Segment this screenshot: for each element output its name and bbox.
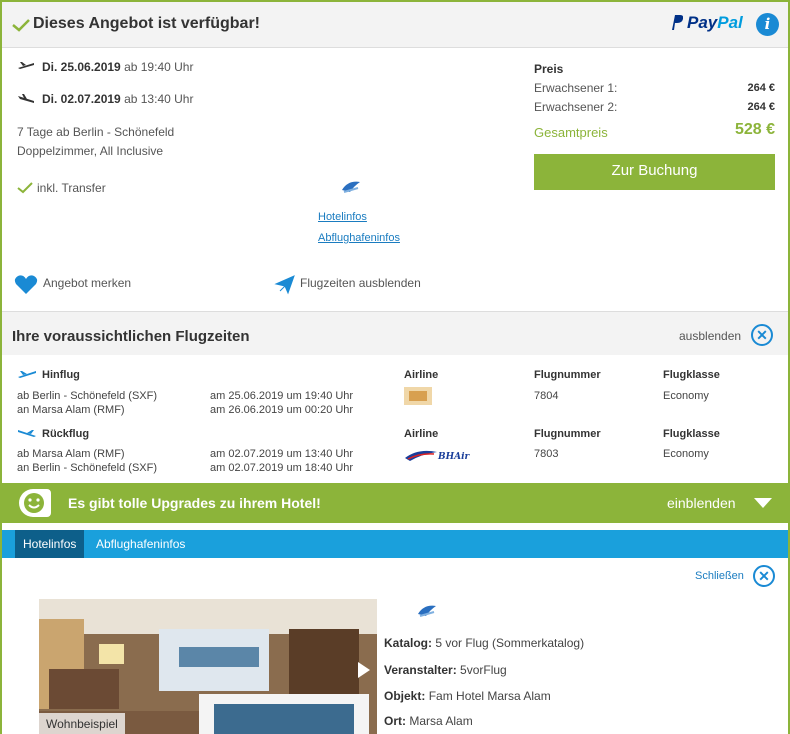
outbound-date-row: Di. 25.06.2019 ab 19:40 Uhr bbox=[42, 60, 194, 74]
return-label: Rückflug bbox=[42, 428, 90, 440]
photo-caption: Wohnbeispiel bbox=[39, 713, 125, 734]
outbound-to: an Marsa Alam (RMF) bbox=[17, 404, 125, 416]
class-header-outbound: Flugklasse bbox=[663, 369, 720, 381]
chevron-down-icon[interactable] bbox=[754, 498, 772, 509]
plane-takeoff-icon bbox=[18, 62, 34, 69]
remember-offer-button[interactable]: Angebot merken bbox=[43, 276, 131, 290]
transfer-check-icon bbox=[17, 182, 33, 194]
flight-times-header: Ihre voraussichtlichen Flugzeiten ausble… bbox=[2, 311, 788, 355]
operator-logo-icon-2 bbox=[418, 605, 436, 617]
plane-icon bbox=[274, 275, 295, 295]
outbound-flightno: 7804 bbox=[534, 390, 559, 402]
veranstalter-row: Veranstalter: 5vorFlug bbox=[384, 663, 507, 677]
hide-flight-times-button[interactable]: Flugzeiten ausblenden bbox=[300, 276, 421, 290]
outbound-departure: am 25.06.2019 um 19:40 Uhr bbox=[210, 390, 354, 402]
adult2-label: Erwachsener 2: bbox=[534, 100, 618, 114]
offer-panel: Dieses Angebot ist verfügbar! PayPal i D… bbox=[0, 0, 790, 734]
offer-header: Dieses Angebot ist verfügbar! PayPal i bbox=[2, 2, 788, 48]
plane-landing-icon bbox=[18, 94, 34, 103]
total-label: Gesamtpreis bbox=[534, 125, 608, 140]
airline-header-return: Airline bbox=[404, 428, 439, 440]
outbound-label: Hinflug bbox=[42, 369, 80, 381]
flight-times-title: Ihre voraussichtlichen Flugzeiten bbox=[12, 328, 250, 345]
hotel-photo[interactable]: Wohnbeispiel bbox=[39, 599, 377, 734]
adult2-price: 264 € bbox=[747, 101, 775, 113]
upgrade-banner[interactable]: Es gibt tolle Upgrades zu ihrem Hotel! e… bbox=[2, 483, 788, 523]
hotelinfos-link[interactable]: Hotelinfos bbox=[318, 211, 367, 223]
operator-logo-icon bbox=[342, 181, 360, 193]
bhair-wing-icon bbox=[405, 450, 437, 461]
return-departure: am 02.07.2019 um 13:40 Uhr bbox=[210, 448, 354, 460]
tab-abflughafeninfos[interactable]: Abflughafeninfos bbox=[88, 530, 193, 558]
outbound-plane-icon bbox=[18, 371, 36, 378]
outbound-class: Economy bbox=[663, 390, 709, 402]
class-header-return: Flugklasse bbox=[663, 428, 720, 440]
close-hotel-circle-icon[interactable]: ✕ bbox=[753, 565, 775, 587]
info-tabbar: Hotelinfos Abflughafeninfos bbox=[2, 530, 788, 558]
adult1-price: 264 € bbox=[747, 82, 775, 94]
flightno-header-return: Flugnummer bbox=[534, 428, 601, 440]
flightno-header-outbound: Flugnummer bbox=[534, 369, 601, 381]
close-circle-icon[interactable]: ✕ bbox=[751, 324, 773, 346]
check-icon bbox=[12, 19, 30, 32]
adult1-label: Erwachsener 1: bbox=[534, 81, 618, 95]
return-class: Economy bbox=[663, 448, 709, 460]
trip-duration: 7 Tage ab Berlin - Schönefeld bbox=[17, 125, 175, 139]
airline-logo-outbound bbox=[404, 387, 432, 405]
outbound-arrival: am 26.06.2019 um 00:20 Uhr bbox=[210, 404, 354, 416]
info-icon[interactable]: i bbox=[756, 13, 779, 36]
close-hotel-info-link[interactable]: Schließen bbox=[695, 570, 744, 582]
smiley-icon bbox=[19, 489, 51, 517]
tab-hotelinfos[interactable]: Hotelinfos bbox=[15, 530, 85, 558]
objekt-row: Objekt: Fam Hotel Marsa Alam bbox=[384, 689, 551, 703]
room-board: Doppelzimmer, All Inclusive bbox=[17, 144, 164, 158]
total-price: 528 € bbox=[734, 121, 775, 138]
paypal-p-icon bbox=[670, 13, 684, 33]
return-to: an Berlin - Schönefeld (SXF) bbox=[17, 462, 158, 474]
abflughafeninfos-link[interactable]: Abflughafeninfos bbox=[318, 232, 400, 244]
return-from: ab Marsa Alam (RMF) bbox=[17, 448, 125, 460]
transfer-text: inkl. Transfer bbox=[37, 181, 106, 195]
paypal-logo: PayPal bbox=[670, 13, 743, 33]
return-date-row: Di. 02.07.2019 ab 13:40 Uhr bbox=[42, 92, 194, 106]
outbound-from: ab Berlin - Schönefeld (SXF) bbox=[17, 390, 158, 402]
heart-icon[interactable] bbox=[14, 274, 38, 295]
upgrade-show-link[interactable]: einblenden bbox=[667, 495, 736, 511]
availability-title: Dieses Angebot ist verfügbar! bbox=[33, 15, 261, 32]
katalog-row: Katalog: 5 vor Flug (Sommerkatalog) bbox=[384, 636, 585, 650]
return-plane-icon bbox=[18, 430, 36, 437]
book-button[interactable]: Zur Buchung bbox=[534, 154, 775, 190]
upgrade-text: Es gibt tolle Upgrades zu ihrem Hotel! bbox=[68, 495, 321, 511]
price-heading: Preis bbox=[534, 62, 564, 76]
bhair-logo: BHAir bbox=[404, 446, 474, 466]
ort-row: Ort: Marsa Alam bbox=[384, 714, 473, 728]
return-flightno: 7803 bbox=[534, 448, 559, 460]
flight-times-hide-link[interactable]: ausblenden bbox=[679, 329, 741, 343]
airline-header-outbound: Airline bbox=[404, 369, 439, 381]
return-arrival: am 02.07.2019 um 18:40 Uhr bbox=[210, 462, 354, 474]
